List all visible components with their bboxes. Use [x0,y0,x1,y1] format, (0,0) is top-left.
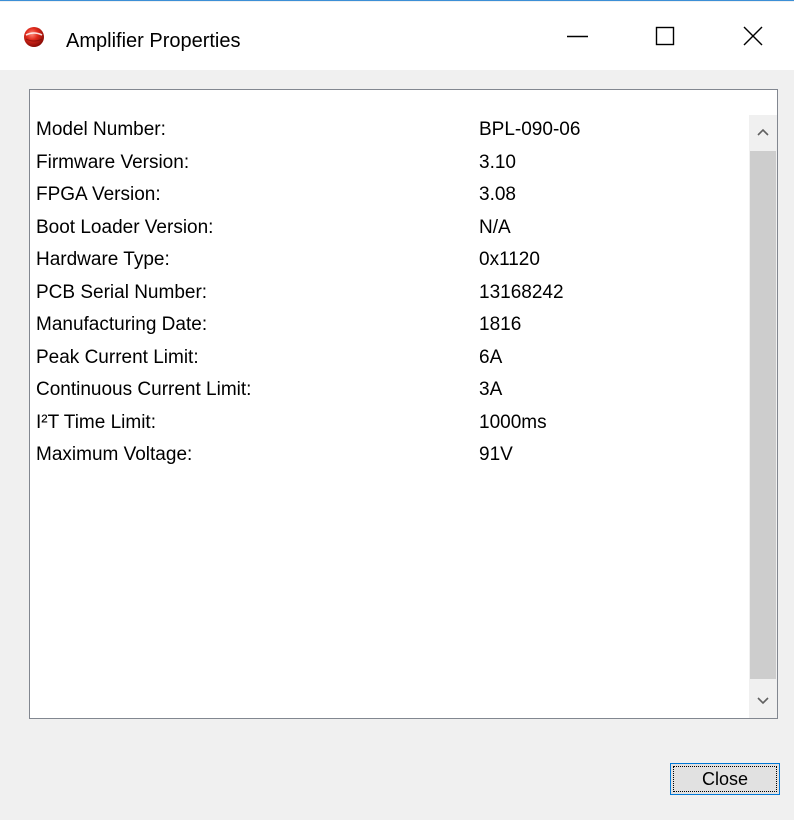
property-value: 6A [479,346,503,368]
minimize-button[interactable] [555,2,601,70]
close-icon [743,26,763,46]
property-value: 3.10 [479,151,516,173]
minimize-icon [567,35,588,38]
close-button-label: Close [701,768,749,789]
chevron-down-icon [757,697,769,705]
list-item[interactable]: Maximum Voltage: 91V [36,440,748,473]
property-value: 3A [479,379,503,400]
property-label: PCB Serial Number: [36,281,208,303]
close-window-button[interactable] [730,2,776,70]
property-value: 0x1120 [479,249,540,270]
scroll-up-button[interactable] [749,115,777,149]
property-label: I²T Time Limit: [36,411,156,433]
property-value: 1000ms [479,411,547,433]
property-label: Model Number: [36,119,166,140]
property-label: Manufacturing Date: [36,314,208,335]
list-item[interactable]: Boot Loader Version: N/A [36,213,748,246]
chevron-up-icon [757,128,769,136]
title-bar[interactable]: Amplifier Properties [0,2,794,70]
maximize-button[interactable] [642,2,688,70]
property-label: Continuous Current Limit: [36,379,252,400]
property-value: 91V [479,444,513,465]
property-value: 3.08 [479,184,516,205]
scroll-down-button[interactable] [749,684,777,718]
vertical-scrollbar[interactable] [749,115,777,718]
property-value: N/A [479,216,511,238]
properties-list[interactable]: Model Number: BPL-090-06 Firmware Version:… [29,89,778,719]
property-label: Hardware Type: [36,249,170,270]
list-item[interactable]: I²T Time Limit: 1000ms [36,408,748,441]
property-label: FPGA Version: [36,184,161,205]
property-label: Boot Loader Version: [36,216,214,238]
property-value: 13168242 [479,281,564,303]
scrollbar-thumb[interactable] [750,151,776,679]
window-title: Amplifier Properties [66,30,241,52]
property-label: Maximum Voltage: [36,444,193,465]
properties-list-content: Model Number: BPL-090-06 Firmware Version:… [30,90,750,718]
list-item[interactable]: Continuous Current Limit: 3A [36,375,748,408]
list-item[interactable]: Firmware Version: 3.10 [36,148,748,181]
property-value: BPL-090-06 [479,119,581,140]
amplifier-properties-dialog: Amplifier Properties Model Number: BPL-09… [0,0,794,820]
list-item[interactable]: Hardware Type: 0x1120 [36,245,748,278]
list-item[interactable]: FPGA Version: 3.08 [36,180,748,213]
maximize-icon [655,26,675,46]
list-item[interactable]: Manufacturing Date: 1816 [36,310,748,343]
list-item[interactable]: PCB Serial Number: 13168242 [36,278,748,311]
property-rows: Model Number: BPL-090-06 Firmware Version:… [36,115,748,473]
list-item[interactable]: Model Number: BPL-090-06 [36,115,748,148]
list-item[interactable]: Peak Current Limit: 6A [36,343,748,376]
close-button[interactable]: Close [670,763,780,795]
property-label: Peak Current Limit: [36,346,199,368]
property-value: 1816 [479,314,522,335]
red-sphere-app-icon [24,27,44,47]
property-label: Firmware Version: [36,151,190,173]
